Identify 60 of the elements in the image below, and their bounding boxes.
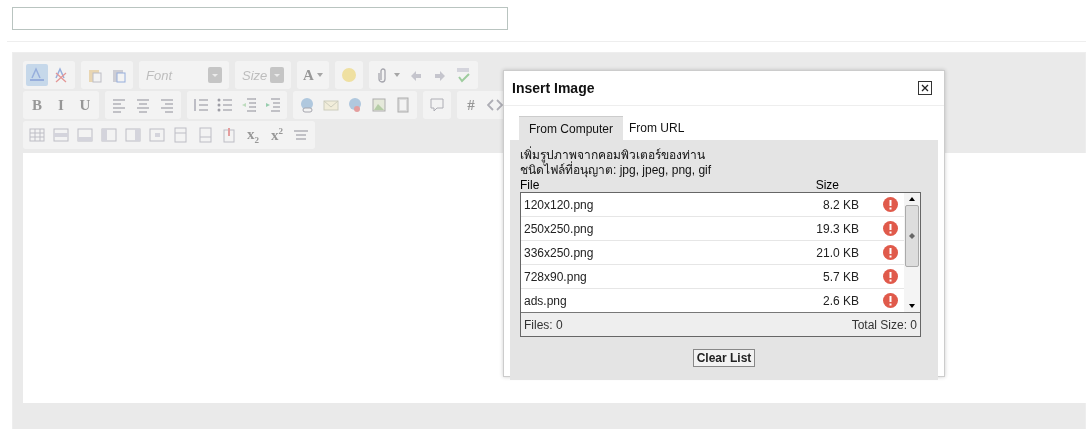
error-icon [883, 197, 898, 212]
file-name: 120x120.png [524, 197, 595, 212]
globe-unlink-icon [347, 97, 363, 113]
speech-bubble-icon [429, 97, 445, 113]
toolbar-button[interactable] [26, 64, 48, 86]
smiley-icon [340, 67, 357, 83]
code-brackets-icon [487, 97, 503, 113]
file-name: 728x90.png [524, 269, 588, 284]
files-count: Files: 0 [524, 318, 563, 332]
outdent-icon [241, 97, 257, 113]
scrollbar[interactable] [904, 193, 920, 312]
error-icon [883, 245, 898, 260]
font-size-icon [29, 67, 45, 83]
align-right-icon [159, 97, 175, 113]
tab[interactable]: From Computer [519, 116, 624, 140]
horizontal-rule-icon [293, 127, 309, 143]
toolbar-button[interactable]: x$^{2}$ [266, 124, 288, 146]
spellcheck-icon [455, 67, 472, 83]
dialog-title: Insert Image [512, 80, 595, 96]
image-icon [371, 97, 387, 113]
bullet-list-icon [217, 97, 233, 113]
error-icon [883, 293, 898, 308]
table-column-icon [101, 127, 117, 143]
file-size: 2.6 KB [822, 293, 859, 308]
paste-word-icon [111, 67, 127, 83]
column-header: Size [815, 178, 839, 192]
file-name: 250x250.png [524, 221, 595, 236]
file-size: 5.7 KB [822, 269, 859, 284]
table-cell-icon [149, 127, 165, 143]
file-name: ads.png [524, 293, 568, 308]
file-size: 8.2 KB [822, 197, 859, 212]
file-name: 336x250.png [524, 245, 595, 260]
close-icon[interactable] [918, 81, 932, 95]
column-header: File [520, 178, 540, 192]
film-icon [395, 97, 411, 113]
envelope-icon [323, 97, 339, 113]
table-row-icon [77, 127, 93, 143]
globe-link-icon [299, 97, 315, 113]
upload-hint: เพิ่มรูปภาพจากคอมพิวเตอร์ของท่าน [520, 148, 706, 163]
paste-icon [87, 67, 103, 83]
table-column-icon [125, 127, 141, 143]
error-icon [883, 221, 898, 236]
toolbar-button[interactable]: x$_{2}$ [242, 124, 264, 146]
toolbar-button[interactable]: B [26, 94, 48, 116]
align-center-icon [135, 97, 151, 113]
error-icon [883, 269, 898, 284]
remove-format-icon [53, 67, 69, 83]
file-size: 21.0 KB [816, 245, 859, 260]
numbered-list-icon [193, 97, 209, 113]
file-size: 19.3 KB [816, 221, 859, 236]
toolbar-button[interactable]: U [74, 94, 96, 116]
title-field[interactable] [12, 7, 508, 30]
indent-icon [265, 97, 281, 113]
total-size: Total Size: 0 [851, 318, 917, 332]
table-row-icon [53, 127, 69, 143]
toolbar-button[interactable]: I [50, 94, 72, 116]
align-left-icon [111, 97, 127, 113]
grip-icon [909, 233, 915, 239]
clear-list-button[interactable]: Clear List [692, 349, 756, 367]
allowed-types: ชนิดไฟล์ที่อนุญาต: jpg, jpeg, png, gif [520, 163, 713, 178]
